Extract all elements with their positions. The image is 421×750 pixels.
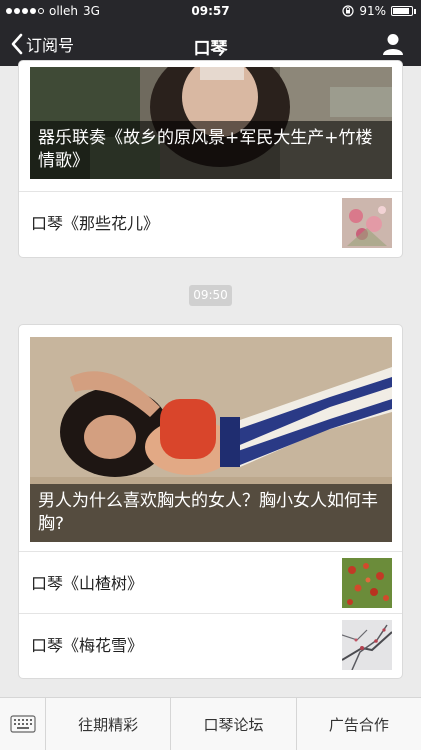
back-button[interactable]: 订阅号 — [10, 32, 74, 56]
article-list-item[interactable]: 口琴《那些花儿》 — [19, 191, 402, 253]
menu-item-harmonica-forum[interactable]: 口琴论坛 — [171, 698, 297, 750]
keyboard-icon — [9, 715, 36, 733]
flowers-thumbnail — [342, 198, 392, 248]
article-list-item[interactable]: 口琴《梅花雪》 — [19, 613, 402, 675]
article-card[interactable]: 男人为什么喜欢胸大的女人？胸小女人如何丰胸? 口琴《山楂树》 口琴《梅花雪》 — [18, 324, 403, 679]
person-icon — [383, 34, 403, 55]
battery-icon — [391, 6, 416, 16]
chevron-left-icon — [11, 33, 23, 55]
article-card[interactable]: 器乐联奏《故乡的原风景+军民大生产+竹楼情歌》 口琴《那些花儿》 — [18, 60, 403, 258]
article-title: 口琴《那些花儿》 — [31, 214, 160, 233]
article-title: 口琴《梅花雪》 — [31, 636, 144, 655]
keyboard-toggle-button[interactable] — [0, 698, 46, 750]
article-cover[interactable]: 男人为什么喜欢胸大的女人？胸小女人如何丰胸? — [30, 337, 392, 542]
article-title: 口琴《山楂树》 — [31, 574, 144, 593]
article-list-item[interactable]: 口琴《山楂树》 — [19, 551, 402, 613]
profile-button[interactable] — [381, 32, 405, 56]
status-right: 91% — [342, 4, 416, 18]
battery-percentage: 91% — [359, 4, 386, 18]
article-cover-title: 男人为什么喜欢胸大的女人？胸小女人如何丰胸? — [30, 484, 392, 542]
back-label: 订阅号 — [26, 36, 75, 55]
article-cover[interactable]: 器乐联奏《故乡的原风景+军民大生产+竹楼情歌》 — [30, 67, 392, 179]
hawthorn-tree-thumbnail — [342, 558, 392, 608]
menu-item-ad-cooperation[interactable]: 广告合作 — [297, 698, 421, 750]
message-timestamp: 09:50 — [189, 285, 232, 306]
bottom-menu-bar: 往期精彩 口琴论坛 广告合作 — [0, 697, 421, 750]
article-cover-title: 器乐联奏《故乡的原风景+军民大生产+竹楼情歌》 — [30, 121, 392, 179]
menu-item-past-highlights[interactable]: 往期精彩 — [46, 698, 172, 750]
status-bar: olleh 3G 09:57 91% — [0, 0, 421, 24]
plum-blossom-snow-thumbnail — [342, 620, 392, 670]
orientation-lock-icon — [342, 5, 354, 17]
battery-fill — [393, 8, 409, 14]
